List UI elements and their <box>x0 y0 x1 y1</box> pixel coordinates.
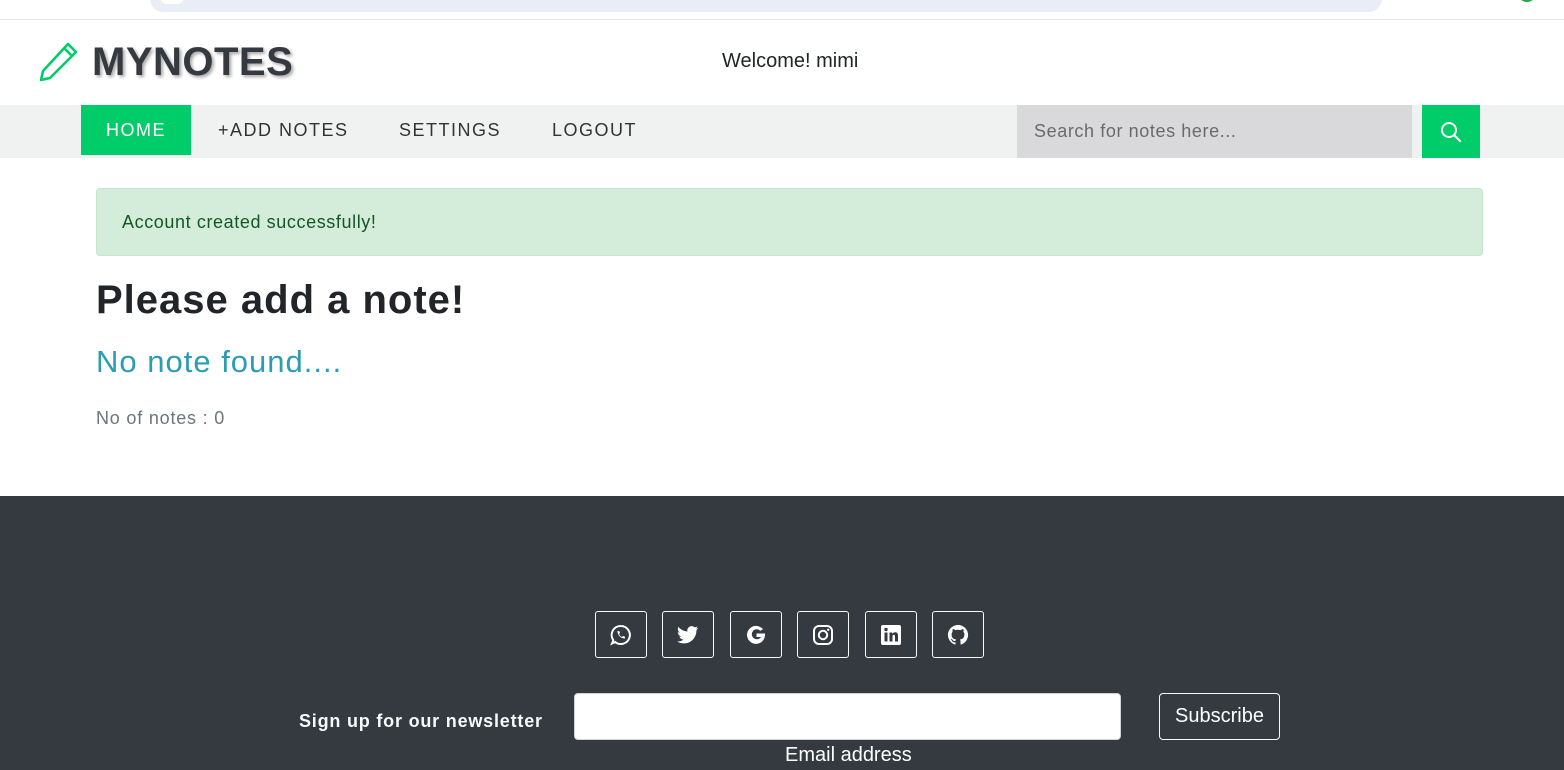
main-navbar: HOME +ADD NOTES SETTINGS LOGOUT <box>0 105 1564 158</box>
nav-settings[interactable]: SETTINGS <box>399 105 501 155</box>
alert-message: Account created successfully! <box>122 212 377 232</box>
github-icon <box>947 624 969 645</box>
search-icon <box>1441 121 1462 142</box>
github-button[interactable] <box>932 611 984 658</box>
email-caption: Email address <box>785 744 912 766</box>
search-input[interactable] <box>1017 105 1412 158</box>
subscribe-button[interactable]: Subscribe <box>1159 693 1280 740</box>
instagram-icon <box>813 624 833 645</box>
notes-count: No of notes : 0 <box>96 408 226 428</box>
search-button[interactable] <box>1422 105 1480 158</box>
nav-home[interactable]: HOME <box>81 105 191 155</box>
newsletter-label: Sign up for our newsletter <box>299 711 543 731</box>
linkedin-button[interactable] <box>865 611 917 658</box>
brand-logo-text[interactable]: MYNOTES <box>92 40 293 85</box>
whatsapp-icon <box>610 624 631 645</box>
welcome-message: Welcome! mimi <box>722 50 859 72</box>
google-icon <box>747 625 765 644</box>
linkedin-icon <box>881 624 901 645</box>
nav-add-notes[interactable]: +ADD NOTES <box>218 105 349 155</box>
site-footer: Sign up for our newsletter Email address… <box>0 496 1564 770</box>
page-heading: Please add a note! <box>96 278 466 322</box>
success-alert: Account created successfully! <box>96 188 1483 256</box>
email-field[interactable] <box>574 693 1121 740</box>
empty-notes-message: No note found.... <box>96 344 343 379</box>
address-bar[interactable] <box>150 0 1382 12</box>
whatsapp-button[interactable] <box>595 611 647 658</box>
pencil-icon <box>39 42 78 82</box>
google-button[interactable] <box>730 611 782 658</box>
twitter-icon <box>677 625 699 643</box>
twitter-button[interactable] <box>662 611 714 658</box>
site-header: MYNOTES Welcome! mimi <box>0 20 1564 105</box>
instagram-button[interactable] <box>797 611 849 658</box>
extension-icon[interactable] <box>1518 0 1536 2</box>
nav-logout[interactable]: LOGOUT <box>552 105 637 155</box>
browser-toolbar <box>0 0 1564 20</box>
